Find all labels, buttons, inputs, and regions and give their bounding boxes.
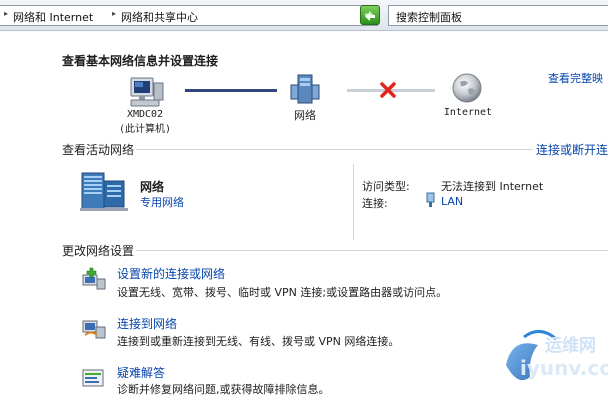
computer-sub-label: (此计算机): [118, 124, 172, 135]
troubleshoot-icon: [82, 369, 104, 387]
breadcrumb-arrow-icon[interactable]: ▸: [112, 9, 116, 18]
network-location-icon: [80, 172, 128, 211]
search-input[interactable]: 搜索控制面板: [388, 5, 608, 26]
connect-to-network-link[interactable]: 连接到网络: [117, 315, 177, 332]
address-toolbar: ▸ 网络和 Internet ▸ 网络和共享中心 ▼ 搜索控制面板: [0, 0, 608, 31]
page-title: 查看基本网络信息并设置连接: [62, 54, 219, 68]
refresh-icon: [364, 10, 375, 21]
main-panel: 查看基本网络信息并设置连接 查看完整映 XMDC02 (此计算机) 网络 Int…: [0, 31, 608, 404]
internet-globe-icon[interactable]: [451, 72, 483, 104]
connect-to-network-icon: [82, 320, 106, 339]
lan-connection-link[interactable]: LAN: [441, 195, 463, 208]
troubleshoot-link[interactable]: 疑难解答: [117, 364, 165, 381]
setup-connection-desc: 设置无线、宽带、拨号、临时或 VPN 连接;或设置路由器或访问点。: [117, 286, 448, 299]
lan-adapter-icon[interactable]: [426, 192, 435, 208]
setup-connection-icon: [82, 267, 106, 290]
connect-to-network-desc: 连接到或重新连接到无线、有线、拨号或 VPN 网络连接。: [117, 335, 400, 348]
address-bar[interactable]: ▸ 网络和 Internet ▸ 网络和共享中心 ▼: [0, 5, 378, 26]
internet-label: Internet: [443, 107, 493, 118]
breadcrumb-item-network-internet[interactable]: 网络和 Internet: [13, 9, 93, 25]
connections-label: 连接:: [362, 197, 388, 210]
section-divider: [62, 149, 608, 150]
setup-connection-link[interactable]: 设置新的连接或网络: [117, 265, 225, 282]
change-settings-header: 更改网络设置: [62, 242, 137, 259]
section-divider: [62, 250, 608, 251]
network-label: 网络: [294, 109, 316, 122]
access-type-label: 访问类型:: [362, 180, 410, 193]
connection-line-computer-network: [185, 89, 277, 92]
watermark-url: iyunv.com: [520, 356, 608, 380]
computer-name: XMDC02: [126, 109, 164, 120]
access-type-value: 无法连接到 Internet: [441, 180, 544, 193]
troubleshoot-desc: 诊断并修复网络问题,或获得故障排除信息。: [117, 383, 330, 396]
active-networks-header: 查看活动网络: [62, 141, 137, 158]
breadcrumb-arrow-icon[interactable]: ▸: [4, 9, 8, 18]
network-type-link[interactable]: 专用网络: [140, 194, 184, 210]
refresh-button[interactable]: [360, 5, 380, 25]
breadcrumb-item-sharing-center[interactable]: 网络和共享中心: [121, 9, 198, 25]
computer-icon[interactable]: [127, 75, 167, 109]
disconnected-x-icon[interactable]: [380, 82, 396, 98]
view-full-map-link[interactable]: 查看完整映: [548, 70, 603, 86]
vertical-divider: [353, 164, 354, 240]
network-icon[interactable]: [289, 73, 321, 107]
network-name: 网络: [140, 180, 165, 194]
connect-disconnect-link[interactable]: 连接或断开连: [533, 141, 608, 158]
search-placeholder: 搜索控制面板: [396, 11, 462, 24]
watermark-brand: 运维网: [545, 336, 596, 356]
